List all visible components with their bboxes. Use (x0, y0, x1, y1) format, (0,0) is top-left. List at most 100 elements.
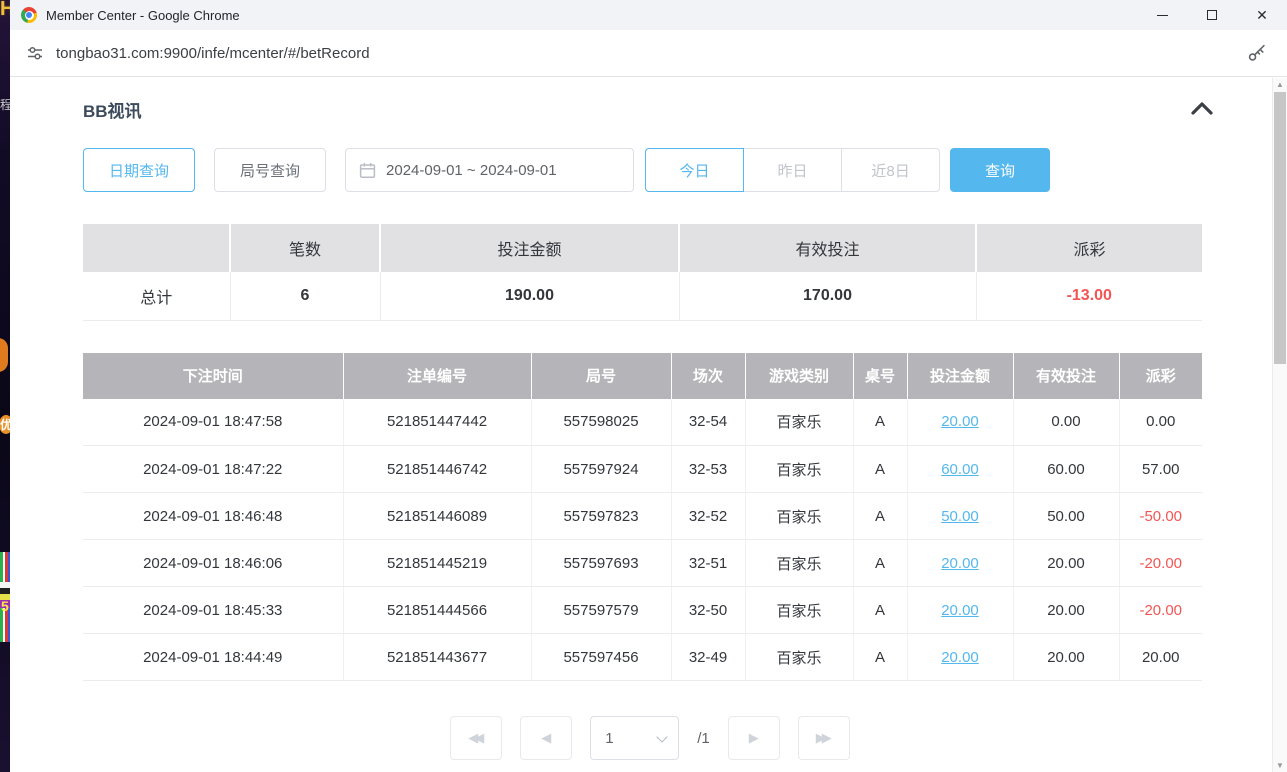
background-fragment: 程 (0, 96, 10, 113)
valid-bet-cell: 20.00 (1013, 634, 1119, 681)
table-no-cell: A (853, 399, 907, 446)
pagination: ◀◀ ◀ 1 /1 ▶ ▶▶ (83, 716, 1217, 760)
bet-id-cell: 521851447442 (343, 399, 531, 446)
bet-amount-link[interactable]: 20.00 (941, 413, 979, 430)
bet-time-cell: 2024-09-01 18:46:48 (83, 493, 343, 540)
browser-window: Member Center - Google Chrome ✕ tongbao3… (10, 0, 1287, 772)
summary-payout: -13.00 (976, 272, 1202, 320)
col-header-table-no: 桌号 (853, 353, 907, 399)
scroll-up-arrow-icon[interactable]: ▲ (1273, 80, 1287, 89)
col-header-round: 局号 (531, 353, 671, 399)
background-fragment (0, 338, 8, 372)
yesterday-button[interactable]: 昨日 (743, 148, 842, 192)
close-button[interactable]: ✕ (1237, 0, 1287, 30)
bet-amount-link[interactable]: 20.00 (941, 555, 979, 572)
prev-page-button[interactable]: ◀ (520, 716, 572, 760)
payout-cell: -20.00 (1119, 540, 1202, 587)
site-settings-icon[interactable] (26, 44, 44, 62)
session-cell: 32-49 (671, 634, 745, 681)
chevron-up-icon (1191, 102, 1213, 115)
summary-total-label: 总计 (83, 272, 230, 320)
bet-amount-link[interactable]: 20.00 (941, 602, 979, 619)
date-query-tab[interactable]: 日期查询 (83, 148, 195, 192)
col-header-game: 游戏类别 (745, 353, 853, 399)
summary-table: 笔数 投注金额 有效投注 派彩 总计 6 190.00 170.00 -13.0… (83, 224, 1202, 321)
window-titlebar[interactable]: Member Center - Google Chrome ✕ (10, 0, 1287, 30)
last-page-button[interactable]: ▶▶ (798, 716, 850, 760)
today-button[interactable]: 今日 (645, 148, 744, 192)
table-row: 2024-09-01 18:47:58 521851447442 5575980… (83, 399, 1202, 446)
section-title: BB视讯 (83, 97, 142, 122)
bet-id-cell: 521851443677 (343, 634, 531, 681)
bet-amount-cell: 20.00 (907, 540, 1013, 587)
maximize-button[interactable] (1187, 0, 1237, 30)
date-range-input[interactable]: 2024-09-01 ~ 2024-09-01 (345, 148, 634, 192)
round-cell: 557597924 (531, 446, 671, 493)
session-cell: 32-51 (671, 540, 745, 587)
payout-cell: 57.00 (1119, 446, 1202, 493)
col-header-session: 场次 (671, 353, 745, 399)
prev-page-icon: ◀ (541, 730, 551, 746)
valid-bet-cell: 0.00 (1013, 399, 1119, 446)
session-cell: 32-53 (671, 446, 745, 493)
bet-records-table: 下注时间 注单编号 局号 场次 游戏类别 桌号 投注金额 有效投注 派彩 202… (83, 353, 1202, 682)
summary-bet: 190.00 (380, 272, 679, 320)
filter-bar: 日期查询 局号查询 2024-09-01 ~ 2024-09-01 今日 昨日 … (83, 148, 1217, 192)
table-row: 2024-09-01 18:46:06 521851445219 5575976… (83, 540, 1202, 587)
password-key-icon[interactable] (1246, 43, 1267, 64)
round-query-tab[interactable]: 局号查询 (214, 148, 326, 192)
payout-cell: 20.00 (1119, 634, 1202, 681)
table-no-cell: A (853, 446, 907, 493)
page-number-select[interactable]: 1 (590, 716, 679, 760)
summary-header-payout: 派彩 (976, 224, 1202, 272)
bet-amount-cell: 20.00 (907, 634, 1013, 681)
payout-cell: 0.00 (1119, 399, 1202, 446)
bet-id-cell: 521851446742 (343, 446, 531, 493)
table-row: 2024-09-01 18:46:48 521851446089 5575978… (83, 493, 1202, 540)
bet-amount-cell: 20.00 (907, 399, 1013, 446)
valid-bet-cell: 20.00 (1013, 587, 1119, 634)
last-page-icon: ▶▶ (816, 730, 832, 746)
bet-amount-cell: 60.00 (907, 446, 1013, 493)
scrollbar-thumb[interactable] (1274, 92, 1286, 364)
scrollbar[interactable]: ▲ ▼ (1272, 78, 1287, 772)
background-fragment (0, 552, 10, 642)
next-page-button[interactable]: ▶ (728, 716, 780, 760)
round-cell: 557597823 (531, 493, 671, 540)
background-fragment: H (0, 0, 10, 21)
collapse-section-button[interactable] (1187, 100, 1217, 120)
summary-header-blank (83, 224, 230, 272)
bet-amount-link[interactable]: 50.00 (941, 508, 979, 525)
round-cell: 557597579 (531, 587, 671, 634)
session-cell: 32-50 (671, 587, 745, 634)
bet-id-cell: 521851445219 (343, 540, 531, 587)
next-page-icon: ▶ (749, 730, 759, 746)
search-button[interactable]: 查询 (950, 148, 1050, 192)
col-header-bet-id: 注单编号 (343, 353, 531, 399)
summary-count: 6 (230, 272, 380, 320)
minimize-button[interactable] (1137, 0, 1187, 30)
bet-time-cell: 2024-09-01 18:46:06 (83, 540, 343, 587)
first-page-button[interactable]: ◀◀ (450, 716, 502, 760)
url-text[interactable]: tongbao31.com:9900/infe/mcenter/#/betRec… (56, 45, 1246, 62)
game-cell: 百家乐 (745, 399, 853, 446)
bet-amount-link[interactable]: 20.00 (941, 649, 979, 666)
bet-time-cell: 2024-09-01 18:44:49 (83, 634, 343, 681)
calendar-icon (359, 162, 376, 179)
page-select[interactable]: 1 (590, 716, 679, 760)
bet-record-page: BB视讯 日期查询 局号查询 2024-09-01 ~ 2024-09-01 (10, 77, 1287, 760)
col-header-payout: 派彩 (1119, 353, 1202, 399)
col-header-time: 下注时间 (83, 353, 343, 399)
table-no-cell: A (853, 634, 907, 681)
quick-date-group: 今日 昨日 近8日 (645, 148, 940, 192)
session-cell: 32-54 (671, 399, 745, 446)
summary-header-count: 笔数 (230, 224, 380, 272)
game-cell: 百家乐 (745, 587, 853, 634)
summary-valid: 170.00 (679, 272, 976, 320)
last-8-days-button[interactable]: 近8日 (841, 148, 940, 192)
window-title: Member Center - Google Chrome (46, 8, 1137, 23)
bet-amount-link[interactable]: 60.00 (941, 461, 979, 478)
round-cell: 557598025 (531, 399, 671, 446)
scroll-down-arrow-icon[interactable]: ▼ (1273, 761, 1287, 770)
bet-time-cell: 2024-09-01 18:47:58 (83, 399, 343, 446)
